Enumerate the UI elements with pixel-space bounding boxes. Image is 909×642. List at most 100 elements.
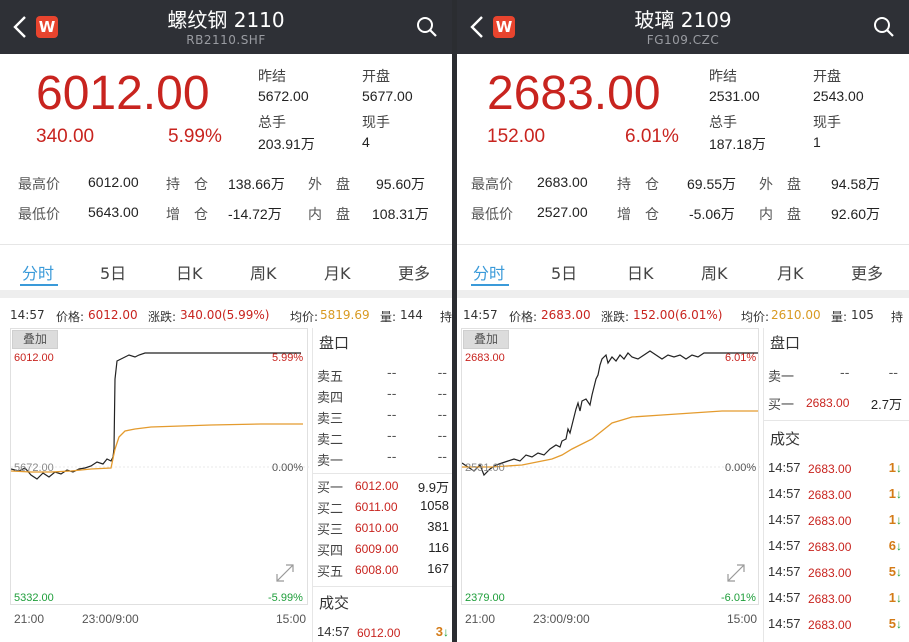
intraday-chart[interactable] [461,328,760,605]
chart-top-pct: 6.01% [725,352,757,364]
high-label: 最高价 [18,177,60,193]
total-volume-label: 总手 [709,115,737,131]
open-interest-label: 持 仓 [617,177,659,193]
expand-arrows-icon[interactable] [725,562,747,584]
tab-weekly-k[interactable]: 周K [701,260,728,284]
time-axis-mid: 23:00/9:00 [82,612,139,626]
trade-price: 2683.00 [808,488,852,502]
ask-label: 卖二 [317,433,344,448]
ask-volume: -- [437,408,447,423]
ask-volume: -- [437,387,447,402]
chart-bottom-price: 5332.00 [14,592,54,604]
average-line [10,423,303,473]
oi-change-label: 增 仓 [617,207,659,223]
bid-volume: 9.9万 [417,480,449,495]
tab-more[interactable]: 更多 [398,260,430,284]
ask-row: 卖四 -- -- [313,387,452,407]
ask-price: -- [387,450,397,465]
chart-mid-price: 5672.00 [14,462,54,474]
low-value: 5643.00 [88,204,139,220]
open-label: 开盘 [362,69,390,85]
price-change-pct: 5.99% [168,126,222,147]
trade-volume-value: 5 [888,564,896,579]
tab-more[interactable]: 更多 [851,260,883,284]
outer-volume-label: 外 盘 [759,177,801,193]
intraday-chart[interactable] [10,328,309,605]
info-avg-label: 均价: [290,310,319,324]
trade-price: 6012.00 [357,626,401,640]
prev-close-value: 2531.00 [709,88,760,104]
order-book-title: 盘口 [319,334,350,352]
chart-mid-pct: 0.00% [725,462,757,474]
oi-change-label: 增 仓 [166,207,208,223]
expand-arrows-icon[interactable] [274,562,296,584]
ask-price: -- [387,408,397,423]
ask-row: 卖二 -- -- [313,429,452,449]
active-tab-indicator [471,284,509,286]
info-change-label: 涨跌: [601,310,630,324]
ask-price: -- [387,366,397,381]
ask-row: 卖三 -- -- [313,408,452,428]
ask-row: 卖一 -- -- [313,450,452,470]
bid-row: 买一 6012.00 9.9万 [313,477,452,497]
intraday-chart-svg [10,352,309,480]
arrow-down-icon: ↓ [896,617,902,631]
trade-row: 14:57 2683.00 1↓ [764,486,906,506]
overlay-button[interactable]: 叠加 [12,330,58,349]
order-book: 盘口 卖一 -- -- 买一 2683.00 2.7万 成交 14:57 268… [763,328,909,642]
quote-panel-right: W 玻璃 2109 FG109.CZC 2683.00 152.00 6.01%… [457,0,909,642]
tab-monthly-k[interactable]: 月K [324,260,351,284]
info-price-label: 价格: [56,310,85,324]
bid-price: 6010.00 [355,521,399,535]
tab-monthly-k[interactable]: 月K [777,260,804,284]
outer-volume-label: 外 盘 [308,177,350,193]
instrument-title: 螺纹钢 2110 [167,8,285,32]
inner-volume-label: 内 盘 [308,207,350,223]
overlay-button[interactable]: 叠加 [463,330,509,349]
tab-intraday[interactable]: 分时 [473,260,505,284]
tab-intraday[interactable]: 分时 [22,260,54,284]
trade-volume-value: 1 [888,590,896,605]
low-label: 最低价 [18,207,60,223]
info-change: 152.00(6.01%) [633,308,723,322]
price-change-pct: 6.01% [625,126,679,147]
arrow-down-icon: ↓ [443,625,449,639]
trade-price: 2683.00 [808,540,852,554]
trade-row: 14:57 2683.00 6↓ [764,538,906,558]
ask-volume: -- [437,450,447,465]
info-change-label: 涨跌: [148,310,177,324]
arrow-down-icon: ↓ [896,513,902,527]
trade-volume: 1↓ [889,486,902,501]
trade-volume-value: 5 [888,616,896,631]
bid-price: 6008.00 [355,563,399,577]
stat-row-high: 最高价 6012.00 持 仓 138.66万 外 盘 95.60万 [0,174,452,196]
trade-time: 14:57 [768,460,801,475]
bid-row: 买五 6008.00 167 [313,561,452,581]
prev-close-value: 5672.00 [258,88,309,104]
chart-mid-price: 2531.00 [465,462,505,474]
ask-price: -- [387,429,397,444]
tab-daily-k[interactable]: 日K [627,260,654,284]
bid-label: 买二 [317,502,344,517]
trade-row: 14:57 2683.00 5↓ [764,564,906,584]
tab-5day[interactable]: 5日 [551,260,577,284]
trade-row: 14:57 2683.00 1↓ [764,460,906,480]
bid-volume: 116 [428,540,449,555]
info-avg: 2610.00 [771,308,821,322]
total-volume-value: 203.91万 [258,136,315,152]
search-icon[interactable] [416,16,438,38]
ask-label: 卖一 [317,454,344,469]
tab-daily-k[interactable]: 日K [176,260,203,284]
trade-time: 14:57 [768,486,801,501]
ask-row: 卖一 -- -- [764,366,906,386]
trade-time: 14:57 [768,616,801,631]
ask-row: 卖五 -- -- [313,366,452,386]
bid-row: 买三 6010.00 381 [313,519,452,539]
trade-volume: 3↓ [436,624,449,639]
search-icon[interactable] [873,16,895,38]
info-avg: 5819.69 [320,308,370,322]
tab-weekly-k[interactable]: 周K [250,260,277,284]
ask-label: 卖一 [768,370,795,385]
tab-5day[interactable]: 5日 [100,260,126,284]
top-bar: W 玻璃 2109 FG109.CZC [457,0,909,54]
